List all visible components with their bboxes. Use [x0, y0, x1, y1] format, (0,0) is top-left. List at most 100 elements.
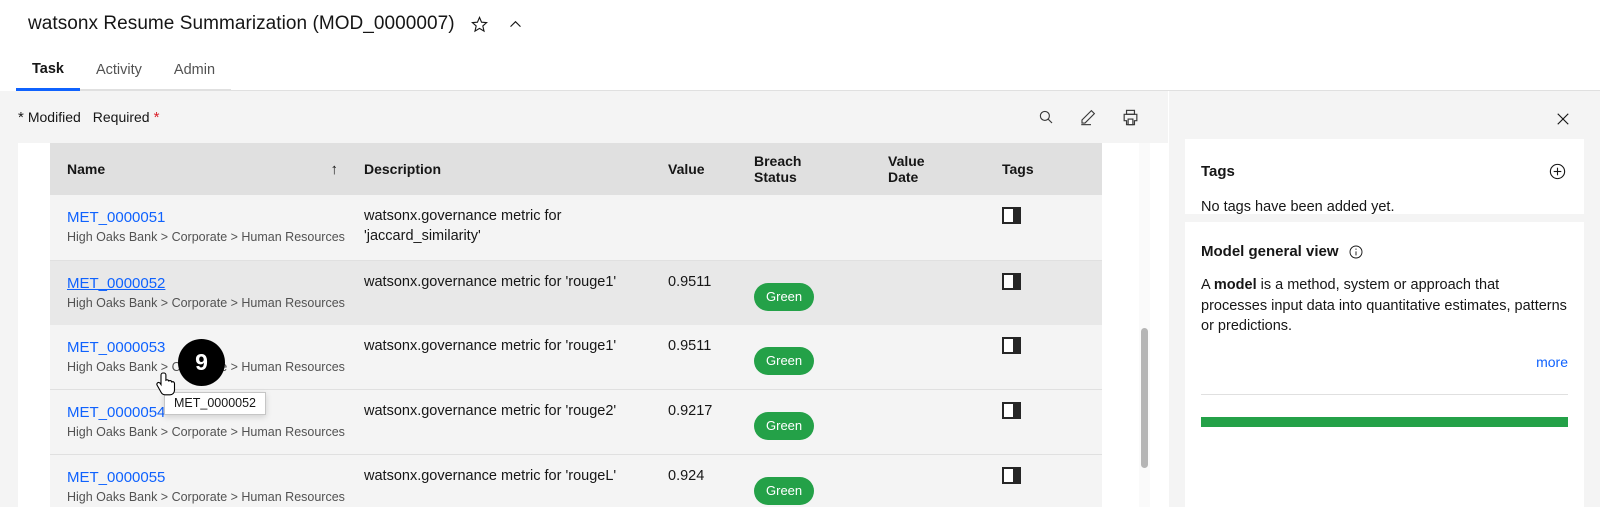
column-header-value-date[interactable]: Value Date: [888, 143, 1002, 195]
column-header-tags[interactable]: Tags: [1002, 143, 1102, 195]
toolbar-actions: [1032, 103, 1144, 131]
metric-path: High Oaks Bank > Corporate > Human Resou…: [67, 425, 345, 440]
tags-card-title: Tags: [1201, 162, 1235, 180]
card-divider: [1201, 393, 1568, 395]
metric-link[interactable]: MET_0000055: [67, 469, 165, 486]
cell-value-date: [888, 389, 1002, 456]
model-card-body: A model is a method, system or approach …: [1201, 260, 1568, 337]
print-icon[interactable]: [1116, 103, 1144, 131]
cell-value: 0.9217: [668, 389, 754, 456]
tag-icon[interactable]: [1002, 337, 1021, 355]
cell-value: 0.924: [668, 454, 754, 507]
status-progress-bar: [1201, 416, 1568, 427]
required-label: Required: [92, 108, 150, 125]
cell-breach-status: [754, 195, 888, 262]
page-header: watsonx Resume Summarization (MOD_000000…: [0, 0, 1600, 48]
cell-breach-status: Green: [754, 325, 888, 391]
legend: * Modified Required *: [18, 109, 159, 126]
tab-task[interactable]: Task: [16, 61, 80, 91]
tab-activity[interactable]: Activity: [79, 62, 158, 91]
column-header-name[interactable]: Name ↑: [50, 143, 364, 195]
information-icon[interactable]: [1348, 243, 1365, 260]
close-icon[interactable]: [1550, 106, 1576, 132]
step-badge: 9: [178, 339, 225, 386]
details-panel-topbar: [1169, 91, 1600, 146]
cell-breach-status: Green: [754, 389, 888, 456]
cell-value-date: [888, 454, 1002, 507]
metric-path: High Oaks Bank > Corporate > Human Resou…: [67, 296, 345, 311]
more-link[interactable]: more: [1201, 337, 1568, 370]
metrics-table: Name ↑ Description Value Breach Status V…: [50, 143, 1102, 507]
model-card-title-text: Model general view: [1201, 243, 1339, 260]
tag-icon[interactable]: [1002, 273, 1021, 291]
search-icon[interactable]: [1032, 103, 1060, 131]
tags-card: Tags No tags have been added yet.: [1185, 139, 1584, 215]
cell-tags: [1002, 454, 1102, 507]
cell-tags: [1002, 260, 1102, 326]
cell-value: [668, 195, 754, 262]
cell-description: watsonx.governance metric for 'rouge1': [364, 325, 668, 391]
table-head: Name ↑ Description Value Breach Status V…: [50, 143, 1102, 195]
metric-link[interactable]: MET_0000052: [67, 275, 165, 292]
tab-bar: Task Activity Admin: [0, 54, 1600, 91]
details-panel: Tags No tags have been added yet. Model …: [1169, 91, 1600, 507]
breach-status-line1: Breach: [754, 153, 802, 169]
table-row[interactable]: MET_0000051 High Oaks Bank > Corporate >…: [50, 195, 1102, 262]
metrics-table-inner: Name ↑ Description Value Breach Status V…: [50, 143, 1102, 507]
cell-tags: [1002, 325, 1102, 391]
cell-name: MET_0000051 High Oaks Bank > Corporate >…: [50, 195, 364, 262]
model-body-bold: model: [1213, 277, 1257, 293]
metrics-table-wrapper: Name ↑ Description Value Breach Status V…: [18, 143, 1168, 507]
app-root: watsonx Resume Summarization (MOD_000000…: [0, 0, 1600, 507]
main-content: * Modified Required * Name ↑ Description…: [0, 91, 1600, 507]
table-scrollbar-thumb[interactable]: [1141, 328, 1148, 468]
tag-icon[interactable]: [1002, 207, 1021, 224]
chevron-up-icon[interactable]: [505, 13, 527, 35]
table-toolbar: * Modified Required *: [0, 91, 1168, 143]
model-card-head: Model general view: [1201, 222, 1568, 260]
add-circle-icon[interactable]: [1546, 160, 1568, 182]
column-header-description[interactable]: Description: [364, 143, 668, 195]
cell-description: watsonx.governance metric for 'rougeL': [364, 454, 668, 507]
link-tooltip: MET_0000052: [164, 392, 267, 415]
metric-link[interactable]: MET_0000054: [67, 404, 165, 421]
modified-label: Modified: [27, 108, 81, 125]
status-badge: Green: [754, 412, 815, 441]
cell-value: 0.9511: [668, 260, 754, 326]
model-card-title: Model general view: [1201, 243, 1365, 260]
cell-description: watsonx.governance metric for 'rouge1': [364, 260, 668, 326]
modified-asterisk: *: [18, 108, 24, 126]
value-date-line2: Date: [888, 169, 919, 185]
table-row[interactable]: MET_0000052 High Oaks Bank > Corporate >…: [50, 260, 1102, 326]
tab-admin[interactable]: Admin: [157, 62, 232, 91]
cell-breach-status: Green: [754, 260, 888, 326]
star-icon[interactable]: [469, 13, 491, 35]
model-body-suffix: is a method, system or approach that pro…: [1201, 277, 1567, 335]
page-title: watsonx Resume Summarization (MOD_000000…: [28, 13, 455, 34]
metric-path: High Oaks Bank > Corporate > Human Resou…: [67, 230, 345, 244]
column-header-breach-status[interactable]: Breach Status: [754, 143, 888, 195]
table-header-row: Name ↑ Description Value Breach Status V…: [50, 143, 1102, 195]
metric-link[interactable]: MET_0000051: [67, 209, 165, 226]
value-date-line1: Value: [888, 153, 925, 169]
breach-status-line2: Status: [754, 169, 797, 185]
table-row[interactable]: MET_0000055 High Oaks Bank > Corporate >…: [50, 454, 1102, 507]
cell-value-date: [888, 195, 1002, 262]
cell-value-date: [888, 260, 1002, 326]
tag-icon[interactable]: [1002, 467, 1021, 485]
status-badge: Green: [754, 477, 815, 506]
column-label-name: Name: [67, 161, 106, 177]
cell-name: MET_0000055 High Oaks Bank > Corporate >…: [50, 454, 364, 507]
cell-value-date: [888, 325, 1002, 391]
cell-breach-status: Green: [754, 454, 888, 507]
edit-icon[interactable]: [1074, 103, 1102, 131]
cell-name: MET_0000052 High Oaks Bank > Corporate >…: [50, 260, 364, 326]
cell-tags: [1002, 389, 1102, 456]
table-scrollbar[interactable]: [1139, 143, 1150, 507]
metric-link[interactable]: MET_0000053: [67, 339, 165, 356]
tag-icon[interactable]: [1002, 402, 1021, 420]
column-header-value[interactable]: Value: [668, 143, 754, 195]
tags-empty-text: No tags have been added yet.: [1201, 199, 1395, 215]
model-general-view-card: Model general view A model is a method, …: [1185, 222, 1584, 507]
sort-ascending-icon[interactable]: ↑: [331, 161, 339, 178]
